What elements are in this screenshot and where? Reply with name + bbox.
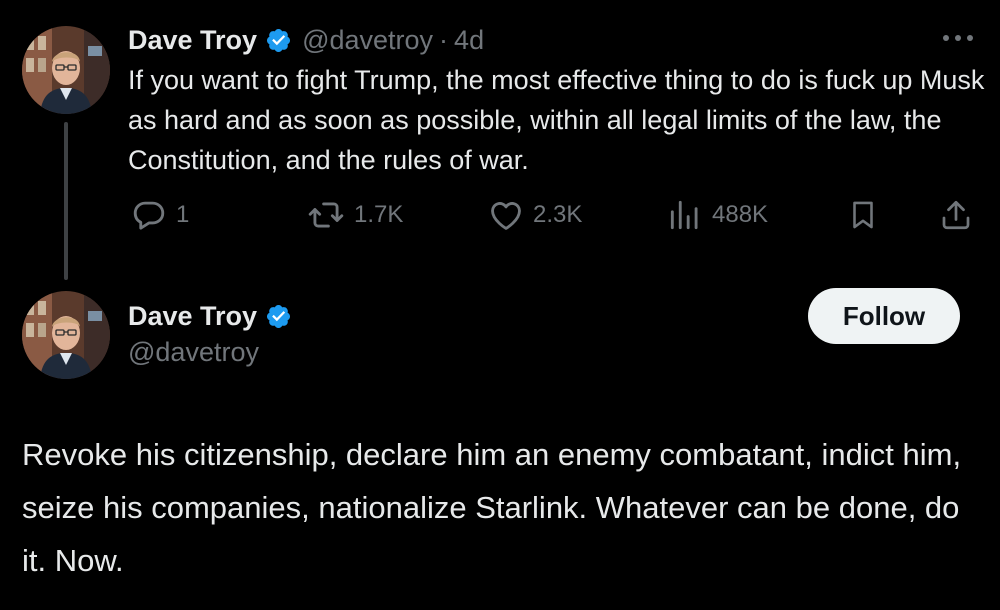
- bookmark-button[interactable]: [846, 195, 880, 235]
- avatar-image: [22, 26, 110, 114]
- repost-button[interactable]: 1.7K: [306, 195, 403, 235]
- separator-dot: ·: [439, 24, 449, 55]
- tweet-header: Dave Troy: [128, 298, 292, 334]
- share-icon: [942, 200, 970, 230]
- tweet-text: Revoke his citizenship, declare him an e…: [22, 437, 962, 578]
- avatar[interactable]: [22, 291, 110, 379]
- verified-badge-icon: [265, 303, 292, 330]
- view-count: 488K: [712, 201, 769, 228]
- reply-button[interactable]: 1: [130, 195, 189, 235]
- thread-connector-line: [64, 122, 68, 280]
- author-name[interactable]: Dave Troy: [128, 25, 257, 56]
- heart-icon: [491, 202, 521, 230]
- like-button[interactable]: 2.3K: [487, 195, 582, 235]
- verified-badge-icon: [265, 27, 292, 54]
- author-handle[interactable]: @davetroy: [302, 25, 433, 56]
- reply-count: 1: [176, 201, 190, 228]
- share-button[interactable]: [938, 195, 974, 235]
- analytics-bars-icon: [670, 200, 698, 230]
- follow-button[interactable]: Follow: [808, 288, 960, 344]
- timestamp[interactable]: 4d: [454, 25, 484, 56]
- author-name[interactable]: Dave Troy: [128, 301, 257, 332]
- tweet-header: Dave Troy @davetroy · 4d: [128, 22, 484, 58]
- views-button[interactable]: 488K: [666, 195, 768, 235]
- like-count: 2.3K: [533, 201, 583, 228]
- repost-count: 1.7K: [354, 201, 404, 228]
- avatar[interactable]: [22, 26, 110, 114]
- reply-icon: [133, 201, 165, 230]
- avatar-image: [22, 291, 110, 379]
- bookmark-icon: [853, 201, 873, 229]
- repost-icon: [308, 202, 344, 228]
- more-options-icon[interactable]: [938, 28, 978, 48]
- tweet-thread: Dave Troy @davetroy · 4d If you want to …: [0, 0, 1000, 610]
- author-handle[interactable]: @davetroy: [128, 337, 259, 368]
- tweet-text: If you want to fight Trump, the most eff…: [128, 65, 985, 175]
